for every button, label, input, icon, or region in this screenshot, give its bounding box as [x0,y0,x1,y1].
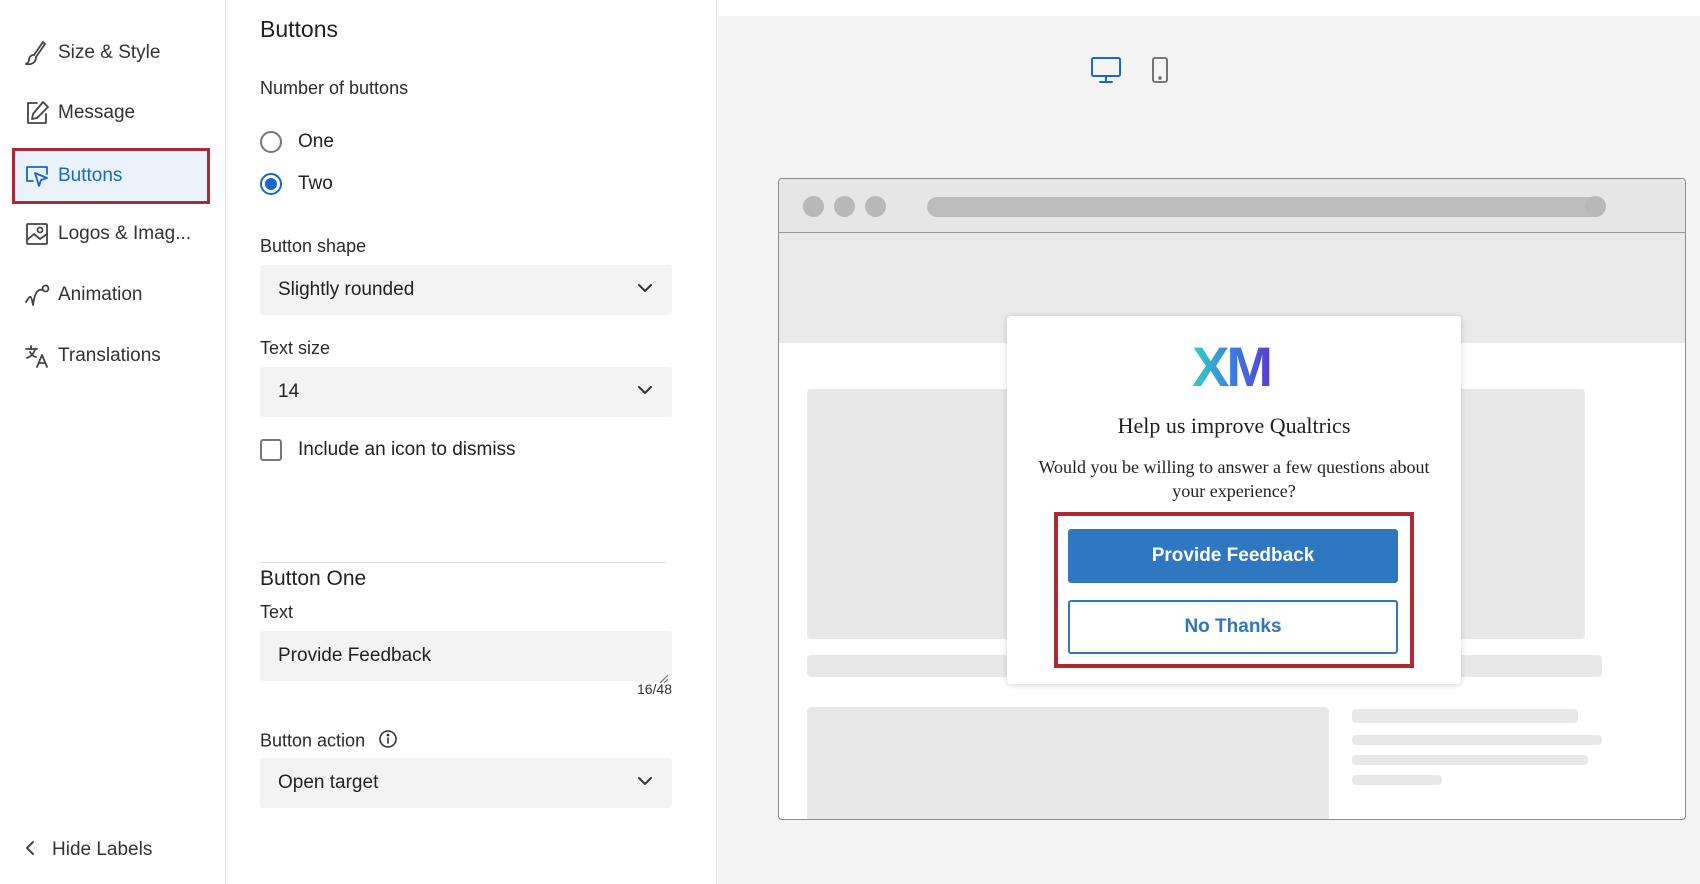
chevron-left-icon [22,839,38,862]
mobile-preview-icon[interactable] [1150,56,1170,89]
window-dot [1585,196,1606,217]
chevron-down-icon [636,281,654,299]
svg-text:XM: XM [1192,338,1270,392]
provide-feedback-button[interactable]: Provide Feedback [1068,529,1398,583]
placeholder-line [1352,709,1578,723]
select-value: Slightly rounded [278,279,415,300]
section-divider [260,562,666,563]
button-shape-select[interactable]: Slightly rounded [260,265,672,315]
window-dot [865,196,886,217]
edit-icon [22,98,52,128]
dismiss-icon-checkbox[interactable]: Include an icon to dismiss [260,439,516,461]
side-nav: Size & Style Message Buttons Logos & Ima… [0,0,226,884]
button-action-label-row: Button action [260,729,398,754]
window-dot [803,196,824,217]
radio-two[interactable]: Two [260,173,333,195]
nav-item-logos-images[interactable]: Logos & Imag... [14,208,208,260]
image-icon [22,219,52,249]
checkbox-label: Include an icon to dismiss [298,439,516,460]
info-icon[interactable] [378,729,398,754]
radio-one[interactable]: One [260,131,334,153]
no-thanks-button[interactable]: No Thanks [1068,600,1398,654]
placeholder-block [807,707,1329,819]
card-title: Help us improve Qualtrics [1117,413,1351,438]
textarea-value: Provide Feedback [278,645,432,666]
button-action-label: Button action [260,730,366,751]
nav-item-size-style[interactable]: Size & Style [14,27,208,79]
chevron-down-icon [636,383,654,401]
character-counter: 16/48 [636,681,672,697]
select-value: Open target [278,772,379,793]
hide-labels-button[interactable]: Hide Labels [14,830,152,870]
text-size-label: Text size [260,338,331,358]
nav-item-animation[interactable]: Animation [14,269,208,321]
nav-item-buttons[interactable]: Buttons [12,148,210,204]
radio-label: Two [298,173,333,194]
text-size-select[interactable]: 14 [260,367,672,417]
nav-item-label: Buttons [58,165,123,186]
animation-curve-icon [22,280,52,310]
window-dot [834,196,855,217]
button-one-text-label: Text [260,602,294,622]
checkbox-box [260,439,282,461]
select-value: 14 [278,381,300,402]
number-of-buttons-label: Number of buttons [260,78,409,98]
url-bar [927,197,1605,217]
nav-item-translations[interactable]: Translations [14,330,208,382]
nav-item-message[interactable]: Message [14,87,208,139]
chevron-down-icon [636,774,654,792]
nav-item-label: Logos & Imag... [58,223,192,244]
nav-item-label: Message [58,102,136,123]
radio-circle-selected [260,173,282,195]
browser-toolbar [779,179,1685,233]
button-one-text-input[interactable]: Provide Feedback [260,631,672,684]
translate-icon [22,341,52,371]
button-one-title: Button One [260,567,367,590]
card-message: Would you be willing to answer a few que… [1038,457,1430,501]
placeholder-line [1352,735,1602,745]
button-action-select[interactable]: Open target [260,758,672,808]
hide-labels-label: Hide Labels [52,839,153,860]
nav-item-label: Size & Style [58,42,161,63]
nav-item-label: Animation [58,284,143,305]
button-shape-label: Button shape [260,236,367,256]
panel-title: Buttons [260,16,338,42]
settings-panel: Buttons Number of buttons One Two Button… [227,0,717,884]
cursor-click-icon [22,161,52,191]
resize-handle-icon[interactable] [659,668,669,684]
xm-logo: XM [1192,338,1273,392]
radio-circle [260,131,282,153]
radio-label: One [298,131,334,152]
placeholder-line [1352,775,1442,785]
placeholder-line [1352,755,1588,765]
brush-icon [22,38,52,68]
desktop-preview-icon[interactable] [1090,56,1122,89]
nav-item-label: Translations [58,345,161,366]
